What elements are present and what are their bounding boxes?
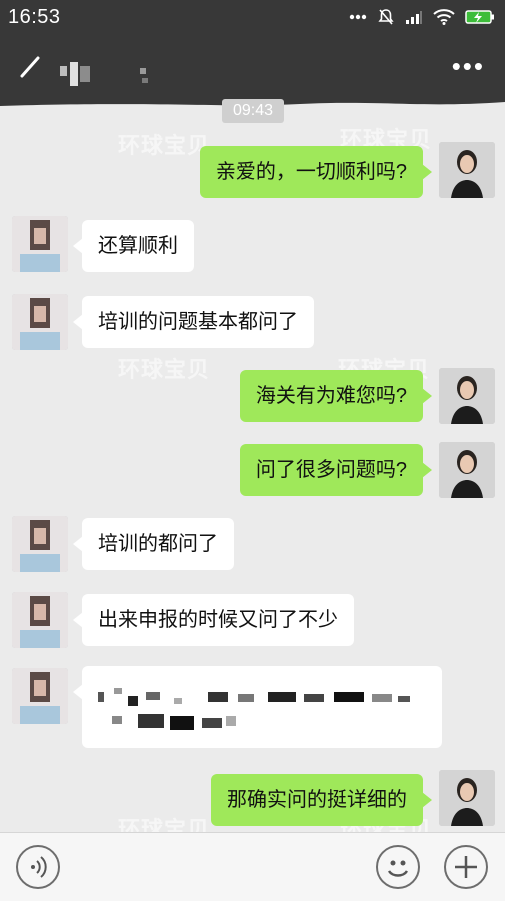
contact-avatar[interactable]	[12, 294, 68, 350]
input-bar	[0, 832, 505, 901]
message-bubble[interactable]: 亲爱的，一切顺利吗?	[199, 146, 433, 198]
pixelated-text	[98, 688, 410, 730]
voice-input-button[interactable]	[16, 845, 60, 889]
contact-avatar[interactable]	[12, 216, 68, 272]
message-list: 亲爱的，一切顺利吗? 还算顺利 培训的问题基本都问了 海关有为难您吗? 问了很多…	[0, 0, 505, 900]
emoji-button[interactable]	[376, 845, 420, 889]
my-avatar[interactable]	[439, 770, 495, 826]
more-actions-button[interactable]	[444, 845, 488, 889]
my-avatar[interactable]	[439, 368, 495, 424]
voice-icon	[31, 856, 47, 878]
plus-icon	[455, 856, 477, 878]
message-bubble[interactable]: 培训的都问了	[73, 518, 234, 570]
emoji-icon	[387, 860, 409, 877]
message-bubble[interactable]: 问了很多问题吗?	[239, 444, 433, 496]
my-avatar[interactable]	[439, 142, 495, 198]
redacted-message-bubble[interactable]	[73, 666, 442, 748]
message-bubble[interactable]: 那确实问的挺详细的	[211, 774, 432, 826]
message-bubble[interactable]: 海关有为难您吗?	[239, 370, 433, 422]
contact-avatar[interactable]	[12, 516, 68, 572]
my-avatar[interactable]	[439, 442, 495, 498]
contact-avatar[interactable]	[12, 592, 68, 648]
message-bubble[interactable]: 还算顺利	[73, 220, 194, 272]
message-bubble[interactable]: 培训的问题基本都问了	[73, 296, 314, 348]
message-bubble[interactable]: 出来申报的时候又问了不少	[73, 594, 354, 646]
contact-avatar[interactable]	[12, 668, 68, 724]
